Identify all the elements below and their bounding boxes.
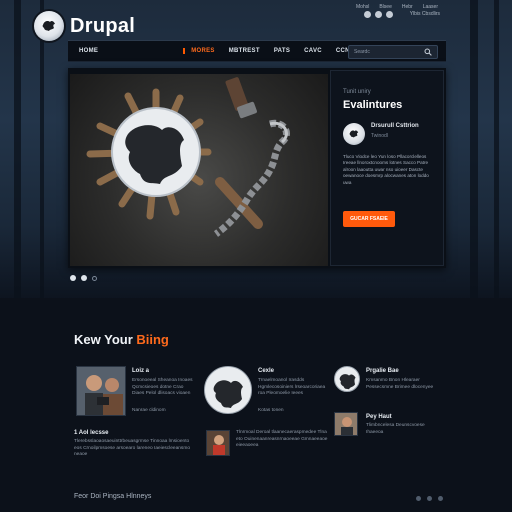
search-input[interactable]: Seardc <box>348 45 438 59</box>
card-title: Loiz a <box>132 368 150 374</box>
card-text: Tlerebsslaoaosaeuinttrbeuasgrmse Tinnoaa… <box>74 439 190 458</box>
hero-image <box>70 74 328 266</box>
site-name: Drupal <box>70 14 136 37</box>
panel-description: Tluco Viodce leo Yun loso Pllacorclelleo… <box>343 154 429 185</box>
content-card[interactable]: Prgalie Bae Kmsanmo Bnon Hlearaer Pessec… <box>334 366 444 410</box>
tree-silhouette <box>14 0 21 300</box>
card-meta: Nanrae cldinom <box>132 408 166 413</box>
top-link[interactable]: Mohsl <box>356 4 369 10</box>
social-icon[interactable] <box>386 11 393 18</box>
content-card[interactable]: Tlnrmoal Deroal tlaanecaeraspmedee Tlnae… <box>206 430 330 466</box>
nav-item-cavc[interactable]: Cavc <box>297 48 329 54</box>
card-text: Trnaelmoanol Irasdds Hgmlecosoiniers lrs… <box>258 378 326 397</box>
card-globe-icon <box>334 366 360 392</box>
footer-dot[interactable] <box>427 496 432 501</box>
card-photo <box>76 366 126 416</box>
content-card[interactable]: 1 Aol lecsse Tlerebsslaoaosaeuinttrbeuas… <box>74 430 192 470</box>
nav-item-mbtrest[interactable]: Mbtrest <box>222 48 267 54</box>
card-photo <box>334 412 358 436</box>
hero-slider: Tunit uniry Evalintures Drsurull Csttrio… <box>68 68 446 268</box>
section-title-main: Kew Your <box>74 332 137 347</box>
top-links: Mohsl Blsee Hebr Laaser <box>356 4 438 10</box>
card-globe-icon <box>204 366 252 414</box>
top-link[interactable]: Laaser <box>423 4 438 10</box>
footer-dot[interactable] <box>438 496 443 501</box>
section-title: Kew Your Biing <box>74 332 169 347</box>
tree-silhouette <box>40 0 44 300</box>
card-title: Prgalie Bae <box>366 368 399 374</box>
card-title: Pey Haut <box>366 414 392 420</box>
card-text: Kmsanmo Bnon Hlearaer Pessecsmne Brimee … <box>366 378 434 390</box>
slider-dot[interactable] <box>81 275 87 281</box>
panel-author-name: Drsurull Csttrion <box>371 123 419 129</box>
card-meta: Kotas tonen <box>258 408 284 413</box>
drupal-avatar-icon <box>343 123 365 145</box>
content-card[interactable]: Loiz a Ersonoeeal Sheanoa Inoaes Qcmcsie… <box>76 366 196 418</box>
card-text: Tlimbncelesa Deunscvoese Ihaeeoa <box>366 423 425 435</box>
card-photo <box>206 430 230 456</box>
nav-item-pats[interactable]: Pats <box>267 48 297 54</box>
search-icon[interactable] <box>424 48 432 58</box>
card-title: 1 Aol lecsse <box>74 430 109 436</box>
card-text: Tlnrmoal Deroal tlaanecaeraspmedee Tlnae… <box>236 430 328 449</box>
nav-item-mores[interactable]: Mores <box>183 48 222 54</box>
drupal-logo-icon <box>34 11 64 41</box>
panel-kicker: Tunit uniry <box>343 89 371 95</box>
card-text: Ersonoeeal Sheanoa Inoaes Qcmcsieoes dot… <box>132 378 193 397</box>
panel-author-sub: Twinodl <box>371 133 388 139</box>
social-icon[interactable] <box>375 11 382 18</box>
social-icon[interactable] <box>364 11 371 18</box>
top-subtext: Ylbis Cbsdlirs <box>409 11 440 17</box>
top-link[interactable]: Blsee <box>379 4 392 10</box>
tree-silhouette <box>494 0 499 300</box>
search-placeholder: Seardc <box>354 49 370 55</box>
slider-pagination <box>70 275 97 281</box>
footer-text: Feor Doi Pingsa Hlnneys <box>74 493 152 500</box>
tree-silhouette <box>470 0 478 300</box>
hero-info-panel: Tunit uniry Evalintures Drsurull Csttrio… <box>330 70 444 266</box>
panel-cta-button[interactable]: Gucar Fsaeie <box>343 211 395 227</box>
slider-dot-active[interactable] <box>70 275 76 281</box>
nav-item-home[interactable]: Home <box>72 48 105 54</box>
panel-title: Evalintures <box>343 99 403 111</box>
content-card[interactable]: Pey Haut Tlimbncelesa Deunscvoese Ihaeeo… <box>334 412 444 442</box>
content-card[interactable]: Cexle Trnaelmoanol Irasdds Hgmlecosoinie… <box>204 366 328 418</box>
slider-dot[interactable] <box>92 275 97 281</box>
card-title: Cexle <box>258 368 275 374</box>
footer-pagination <box>416 496 443 501</box>
section-title-accent: Biing <box>136 332 169 347</box>
site-logo[interactable]: Drupal <box>34 11 135 41</box>
footer-dot[interactable] <box>416 496 421 501</box>
top-link[interactable]: Hebr <box>402 4 413 10</box>
main-nav: Home Mores Mbtrest Pats Cavc Ccngcts Sea… <box>68 40 446 62</box>
